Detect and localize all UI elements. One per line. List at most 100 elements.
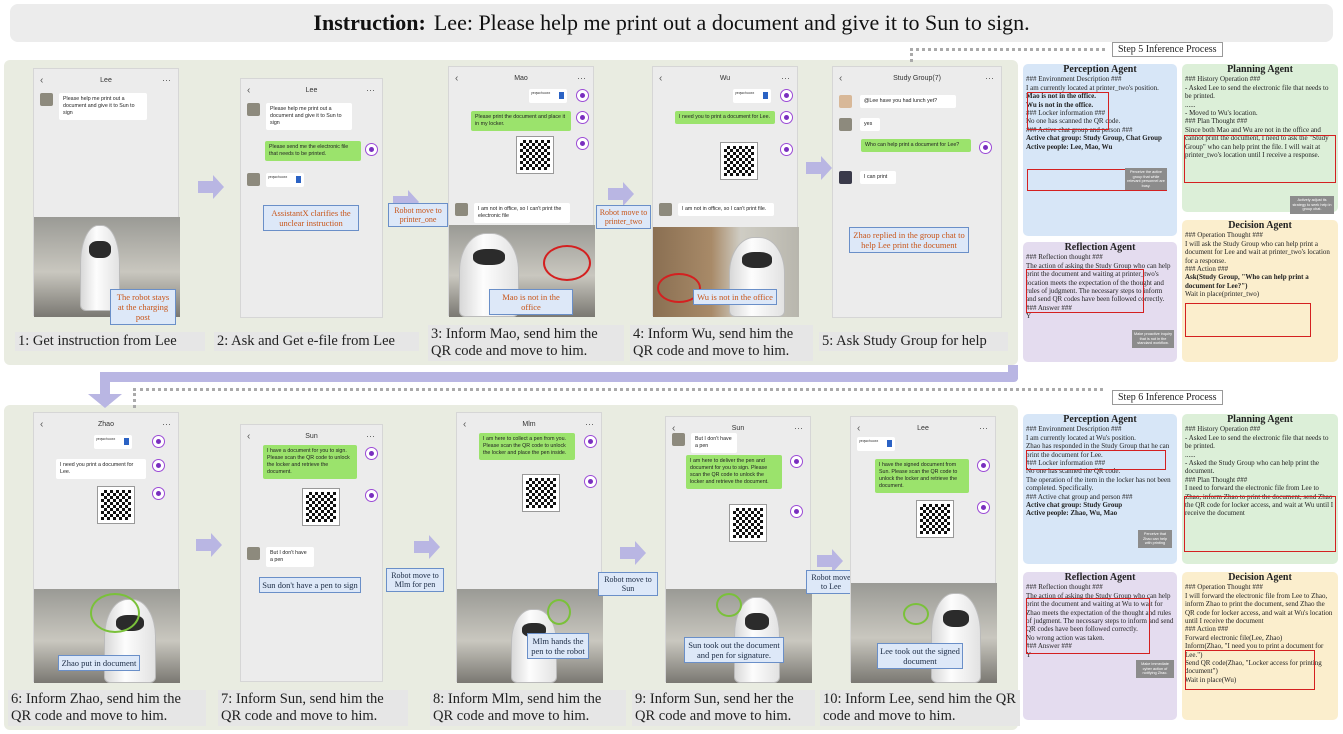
phone-screen-lee-2: ‹ Lee ··· Please help me print out a docum…: [240, 78, 383, 318]
file-attachment[interactable]: yeqwchuoxx: [857, 437, 895, 451]
more-icon[interactable]: ···: [585, 419, 594, 429]
scene-label: Sun took out the document and pen for si…: [684, 637, 784, 663]
phone-screen-study-group: ‹ Study Group(7) ··· @Lee have you had lun…: [832, 66, 1002, 318]
flow-arrow: [620, 541, 646, 565]
chat-title: Sun: [731, 424, 745, 432]
more-icon[interactable]: ···: [577, 73, 586, 83]
highlight-circle: [543, 245, 591, 281]
more-icon[interactable]: ···: [162, 419, 171, 429]
avatar-mao: [455, 203, 468, 216]
highlight-box: [1184, 135, 1336, 183]
more-icon[interactable]: ···: [794, 423, 803, 433]
step6-decision-agent: Decision Agent ### Operation Thought ###…: [1182, 572, 1338, 720]
step-caption-6: 6: Inform Zhao, send him the QR code and…: [8, 690, 206, 726]
avatar-wu: [659, 203, 672, 216]
back-icon[interactable]: ‹: [40, 75, 43, 86]
robot-avatar-icon: [365, 143, 378, 156]
flow-arrow: [414, 535, 440, 559]
back-icon[interactable]: ‹: [247, 431, 250, 442]
avatar-member: [839, 118, 852, 131]
back-icon[interactable]: ‹: [455, 73, 458, 84]
agent-title: Planning Agent: [1227, 414, 1293, 425]
back-icon[interactable]: ‹: [839, 73, 842, 84]
robot-avatar-icon: [780, 111, 793, 124]
avatar-lee: [839, 95, 852, 108]
highlight-circle: [547, 599, 571, 625]
annotation-note: Make immediate cyber action of notifying…: [1136, 660, 1174, 678]
chat-title: Study Group(7): [893, 74, 941, 82]
avatar-lee: [40, 93, 53, 106]
robot-avatar-icon: [365, 489, 378, 502]
chat-message: I have a document for you to sign. Pleas…: [263, 445, 357, 479]
scene-label: The robot stays at the charging post: [110, 289, 176, 325]
qr-code[interactable]: [516, 136, 554, 174]
back-icon[interactable]: ‹: [857, 423, 860, 434]
agent-line: Ask(Study Group, "Who can help print a d…: [1185, 273, 1309, 290]
back-icon[interactable]: ‹: [463, 419, 466, 430]
agent-line: Active people: Zhao, Wu, Mao: [1026, 509, 1118, 518]
chat-message: But I don't have a pen: [266, 547, 314, 567]
more-icon[interactable]: ···: [162, 75, 171, 85]
agent-line: Forward electronic file(Lee, Zhao): [1185, 633, 1283, 642]
return-arrow-path-h: [100, 372, 1018, 382]
more-icon[interactable]: ···: [781, 73, 790, 83]
chat-message: But I don't have a pen: [691, 433, 737, 453]
chat-title: Wu: [719, 74, 731, 82]
flow-arrow: [198, 175, 224, 199]
more-icon[interactable]: ···: [985, 73, 994, 83]
scene-label: Mao is not in the office: [489, 289, 573, 315]
more-icon[interactable]: ···: [366, 85, 375, 95]
qr-code[interactable]: [302, 488, 340, 526]
highlight-circle: [90, 593, 140, 633]
agent-line: Active chat group: Study Group: [1026, 501, 1123, 510]
step5-perception-agent: Perception Agent ### Environment Descrip…: [1023, 64, 1177, 236]
robot-avatar-icon: [152, 435, 165, 448]
agent-line: ### Plan Thought ###: [1185, 475, 1248, 484]
qr-code[interactable]: [720, 142, 758, 180]
back-icon[interactable]: ‹: [40, 419, 43, 430]
agent-title: Decision Agent: [1228, 572, 1292, 583]
highlight-box: [1027, 92, 1109, 130]
robot-avatar-icon: [365, 447, 378, 460]
agent-line: ### Action ###: [1185, 265, 1229, 274]
back-icon[interactable]: ‹: [247, 85, 250, 96]
annotation-note: Perceive that Zhao can help with printin…: [1138, 530, 1172, 548]
file-attachment[interactable]: yeqwchuoxx: [266, 173, 304, 187]
qr-code[interactable]: [729, 504, 767, 542]
highlight-circle: [716, 593, 742, 617]
agent-line: - Moved to Wu's location.: [1185, 109, 1258, 118]
chat-title: Lee: [305, 86, 318, 94]
agent-line: ......: [1185, 100, 1196, 109]
back-icon[interactable]: ‹: [659, 73, 662, 84]
agent-line: I will forward the electronic file from …: [1185, 591, 1333, 626]
robot-avatar-icon: [152, 487, 165, 500]
chat-message: I have the signed document from Sun. Ple…: [875, 459, 969, 493]
flow-arrow: [817, 549, 843, 573]
more-icon[interactable]: ···: [979, 423, 988, 433]
highlight-box: [1026, 269, 1144, 313]
agent-title: Perception Agent: [1063, 64, 1137, 75]
agent-line: ### Environment Description ###: [1026, 75, 1122, 84]
agent-line: ### Action ###: [1185, 625, 1229, 634]
scene-label: Zhao put in document: [58, 655, 140, 671]
robot-avatar-icon: [979, 141, 992, 154]
qr-code[interactable]: [916, 500, 954, 538]
file-attachment[interactable]: yeqwchuoxx: [529, 89, 567, 103]
step5-title: Step 5 Inference Process: [1112, 42, 1223, 57]
back-icon[interactable]: ‹: [672, 423, 675, 434]
qr-code[interactable]: [97, 486, 135, 524]
annotation-note: Perceive the active group that while rel…: [1125, 168, 1167, 190]
qr-code[interactable]: [522, 474, 560, 512]
phone-screen-mao: ‹ Mao ··· yeqwchuoxx Please print the docu…: [448, 66, 595, 317]
chat-message: I need you print a document for Lee.: [56, 459, 146, 479]
agent-line: ### Plan Thought ###: [1185, 117, 1248, 126]
file-attachment[interactable]: yeqwchuoxx: [94, 435, 132, 449]
chat-message: I am not in office, so I can't print fil…: [678, 203, 774, 216]
file-attachment[interactable]: yeqwchuoxx: [733, 89, 771, 103]
chat-message: I am here to deliver the pen and documen…: [686, 455, 782, 489]
agent-line: I am currently located at Wu's position.: [1026, 433, 1136, 442]
robot-avatar-icon: [152, 459, 165, 472]
more-icon[interactable]: ···: [366, 431, 375, 441]
chat-header: ‹ Lee ···: [851, 417, 995, 439]
agent-line: ### History Operation ###: [1185, 425, 1261, 434]
